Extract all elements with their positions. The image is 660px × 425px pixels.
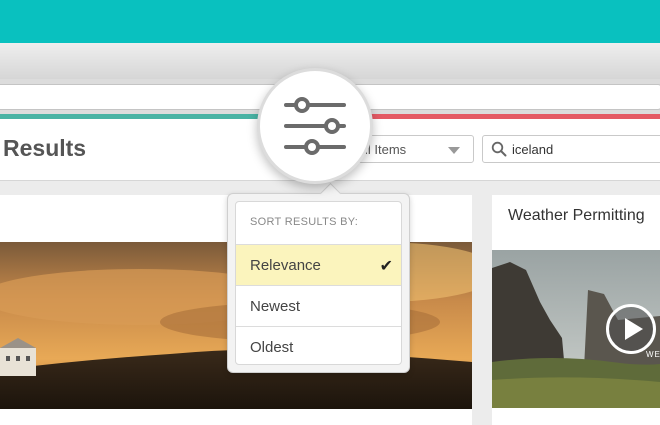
filter-toggle-button[interactable] xyxy=(257,68,373,184)
sort-dropdown: SORT RESULTS BY: Relevance ✔ Newest Olde… xyxy=(227,182,410,373)
sort-option-newest[interactable]: Newest xyxy=(236,285,401,326)
play-icon xyxy=(625,318,643,340)
sort-option-label: Oldest xyxy=(250,339,294,356)
result-card[interactable]: Weather Permitting WE xyxy=(492,195,660,425)
sort-option-label: Relevance xyxy=(250,257,321,274)
checkmark-icon: ✔ xyxy=(379,258,393,275)
search-box[interactable] xyxy=(482,135,660,163)
sort-option-oldest[interactable]: Oldest xyxy=(236,326,401,364)
sort-heading: SORT RESULTS BY: xyxy=(250,216,359,228)
caret-down-icon xyxy=(448,147,460,154)
sort-option-relevance[interactable]: Relevance ✔ xyxy=(236,244,401,285)
video-watermark: WE xyxy=(646,350,660,359)
card-title[interactable]: Weather Permitting xyxy=(508,207,645,225)
sort-options-panel: SORT RESULTS BY: Relevance ✔ Newest Olde… xyxy=(235,201,402,365)
sort-option-label: Newest xyxy=(250,298,301,315)
item-type-value: ll Items xyxy=(365,142,407,157)
play-button[interactable] xyxy=(606,304,656,354)
top-app-bar xyxy=(0,0,660,43)
search-icon xyxy=(491,141,507,157)
sliders-icon xyxy=(284,97,346,155)
search-input[interactable] xyxy=(512,139,652,159)
page-title: Results xyxy=(3,135,87,161)
